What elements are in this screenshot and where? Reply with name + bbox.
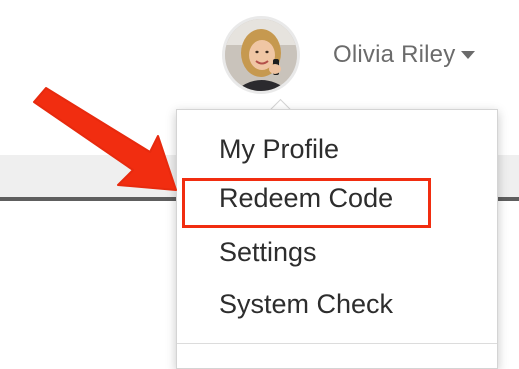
red-arrow-icon bbox=[33, 87, 177, 191]
